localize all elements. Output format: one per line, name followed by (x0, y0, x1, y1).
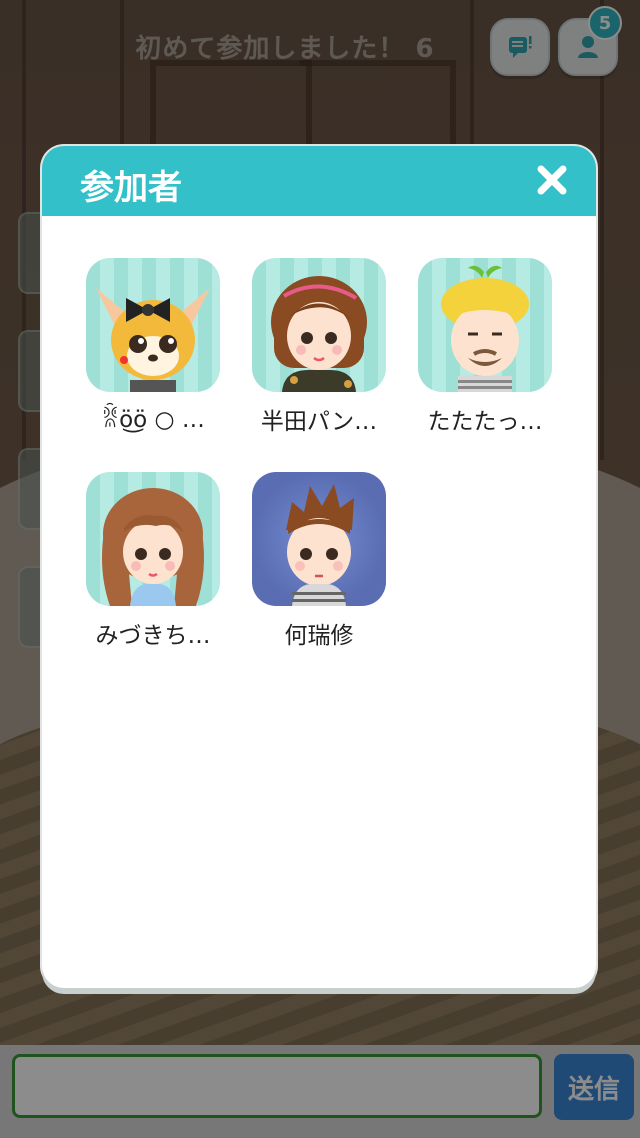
participant-item[interactable]: 何瑞修 (246, 472, 392, 650)
composer-overlay (0, 1045, 640, 1138)
deer-avatar[interactable] (86, 258, 220, 392)
dialog-title: 参加者 (80, 168, 182, 208)
participant-name: 何瑞修 (284, 623, 354, 649)
wavy-hair-girl-avatar[interactable] (86, 472, 220, 606)
blonde-sprout-avatar[interactable] (418, 258, 552, 392)
participant-item[interactable]: たたたっ… (412, 258, 558, 436)
participant-name: たたたっ… (427, 409, 543, 435)
participant-item[interactable]: ꐠö͜ö ○ … (80, 258, 226, 433)
dialog-header: 参加者 (42, 146, 596, 216)
participant-name: ꐠö͜ö ○ … (101, 407, 205, 433)
spiky-hair-boy-avatar[interactable] (252, 472, 386, 606)
participant-name: 半田パン… (260, 409, 378, 435)
participant-item[interactable]: みづきち… (80, 472, 226, 650)
participant-item[interactable]: 半田パン… (246, 258, 392, 436)
participants-dialog: 参加者 ꐠö͜ö ○ … 半田パン… たたたっ… みづきち… 何瑞修 (42, 146, 596, 988)
close-icon[interactable] (534, 162, 570, 198)
brown-hair-girl-avatar[interactable] (252, 258, 386, 392)
participant-name: みづきち… (95, 623, 211, 649)
